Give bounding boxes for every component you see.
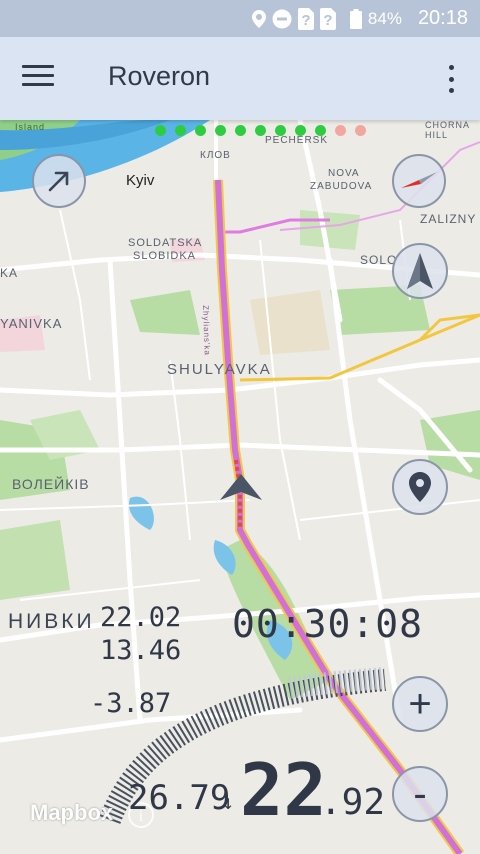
telemetry-value-mid: 13.46 [100,635,182,666]
navigation-arrow-icon [407,253,433,289]
map-label: КЛОВ [200,150,231,161]
average-speed: 26.79 [128,778,231,818]
map-label: Kyiv [126,172,155,189]
location-pin-icon [251,9,266,28]
progress-dot [335,125,346,136]
map-label: ZABUDOVA [310,181,373,192]
map-label: НИВКИ [8,610,95,633]
progress-indicator [155,125,366,136]
progress-dot [215,125,226,136]
more-vertical-icon[interactable] [444,65,458,93]
status-bar: ? ? 84% 20:18 [0,0,480,37]
telemetry-delta: -3.87 [90,688,172,719]
zoom-out-button[interactable]: - [392,766,448,822]
current-speed-decimal: .92 [320,782,386,823]
progress-dot [235,125,246,136]
direction-button[interactable] [32,154,86,208]
map-label: Island [15,122,46,132]
location-button[interactable] [392,459,448,515]
svg-text:?: ? [323,12,332,29]
map-label: CHORNA [425,120,471,130]
navigate-button[interactable] [392,243,448,299]
progress-dot [275,125,286,136]
svg-text:?: ? [301,12,310,29]
elapsed-time: 00:30:08 [232,602,424,646]
current-location-arrow-icon [220,474,262,506]
telemetry-value-top: 22.02 [100,602,182,633]
map-label: KA [0,266,19,280]
current-speed-integer: 22 [240,748,327,832]
compass-icon [401,172,437,188]
unknown-sim-icon: ? [297,7,314,30]
zoom-in-button[interactable]: + [392,676,448,732]
progress-dot [195,125,206,136]
map-label: YANIVKA [0,316,63,331]
app-title: Roveron [108,61,211,91]
hamburger-menu-icon[interactable] [22,65,54,93]
map-label: PECHERSK [265,135,329,146]
progress-dot [355,125,366,136]
map-label: ВОЛЕЙКІВ [12,476,90,492]
average-speed-arrow: ↓ [222,790,235,814]
progress-dot [155,125,166,136]
unknown-sim-icon: ? [319,7,336,30]
location-pin-icon [409,472,431,502]
compass-button[interactable] [392,154,446,208]
map-label: NOVA [328,168,360,179]
map-label: HILL [425,130,449,140]
clock: 20:18 [417,7,468,29]
progress-dot [295,125,306,136]
battery-percent: 84% [367,8,402,28]
map-label: SOLDATSKA [128,237,203,249]
do-not-disturb-icon [272,9,292,29]
progress-dot [315,125,326,136]
map-label: ZALIZNY [420,212,477,226]
mapbox-logo: Mapbox [30,800,114,825]
arrow-northeast-icon [48,171,69,192]
progress-dot [255,125,266,136]
battery-icon [349,8,362,29]
app-bar: Roveron [0,37,480,120]
progress-dot [175,125,186,136]
map-label: SLOBIDKA [133,250,197,262]
map-label: Zhylians'ka [201,305,212,357]
map-label: SHULYAVKA [167,361,272,378]
